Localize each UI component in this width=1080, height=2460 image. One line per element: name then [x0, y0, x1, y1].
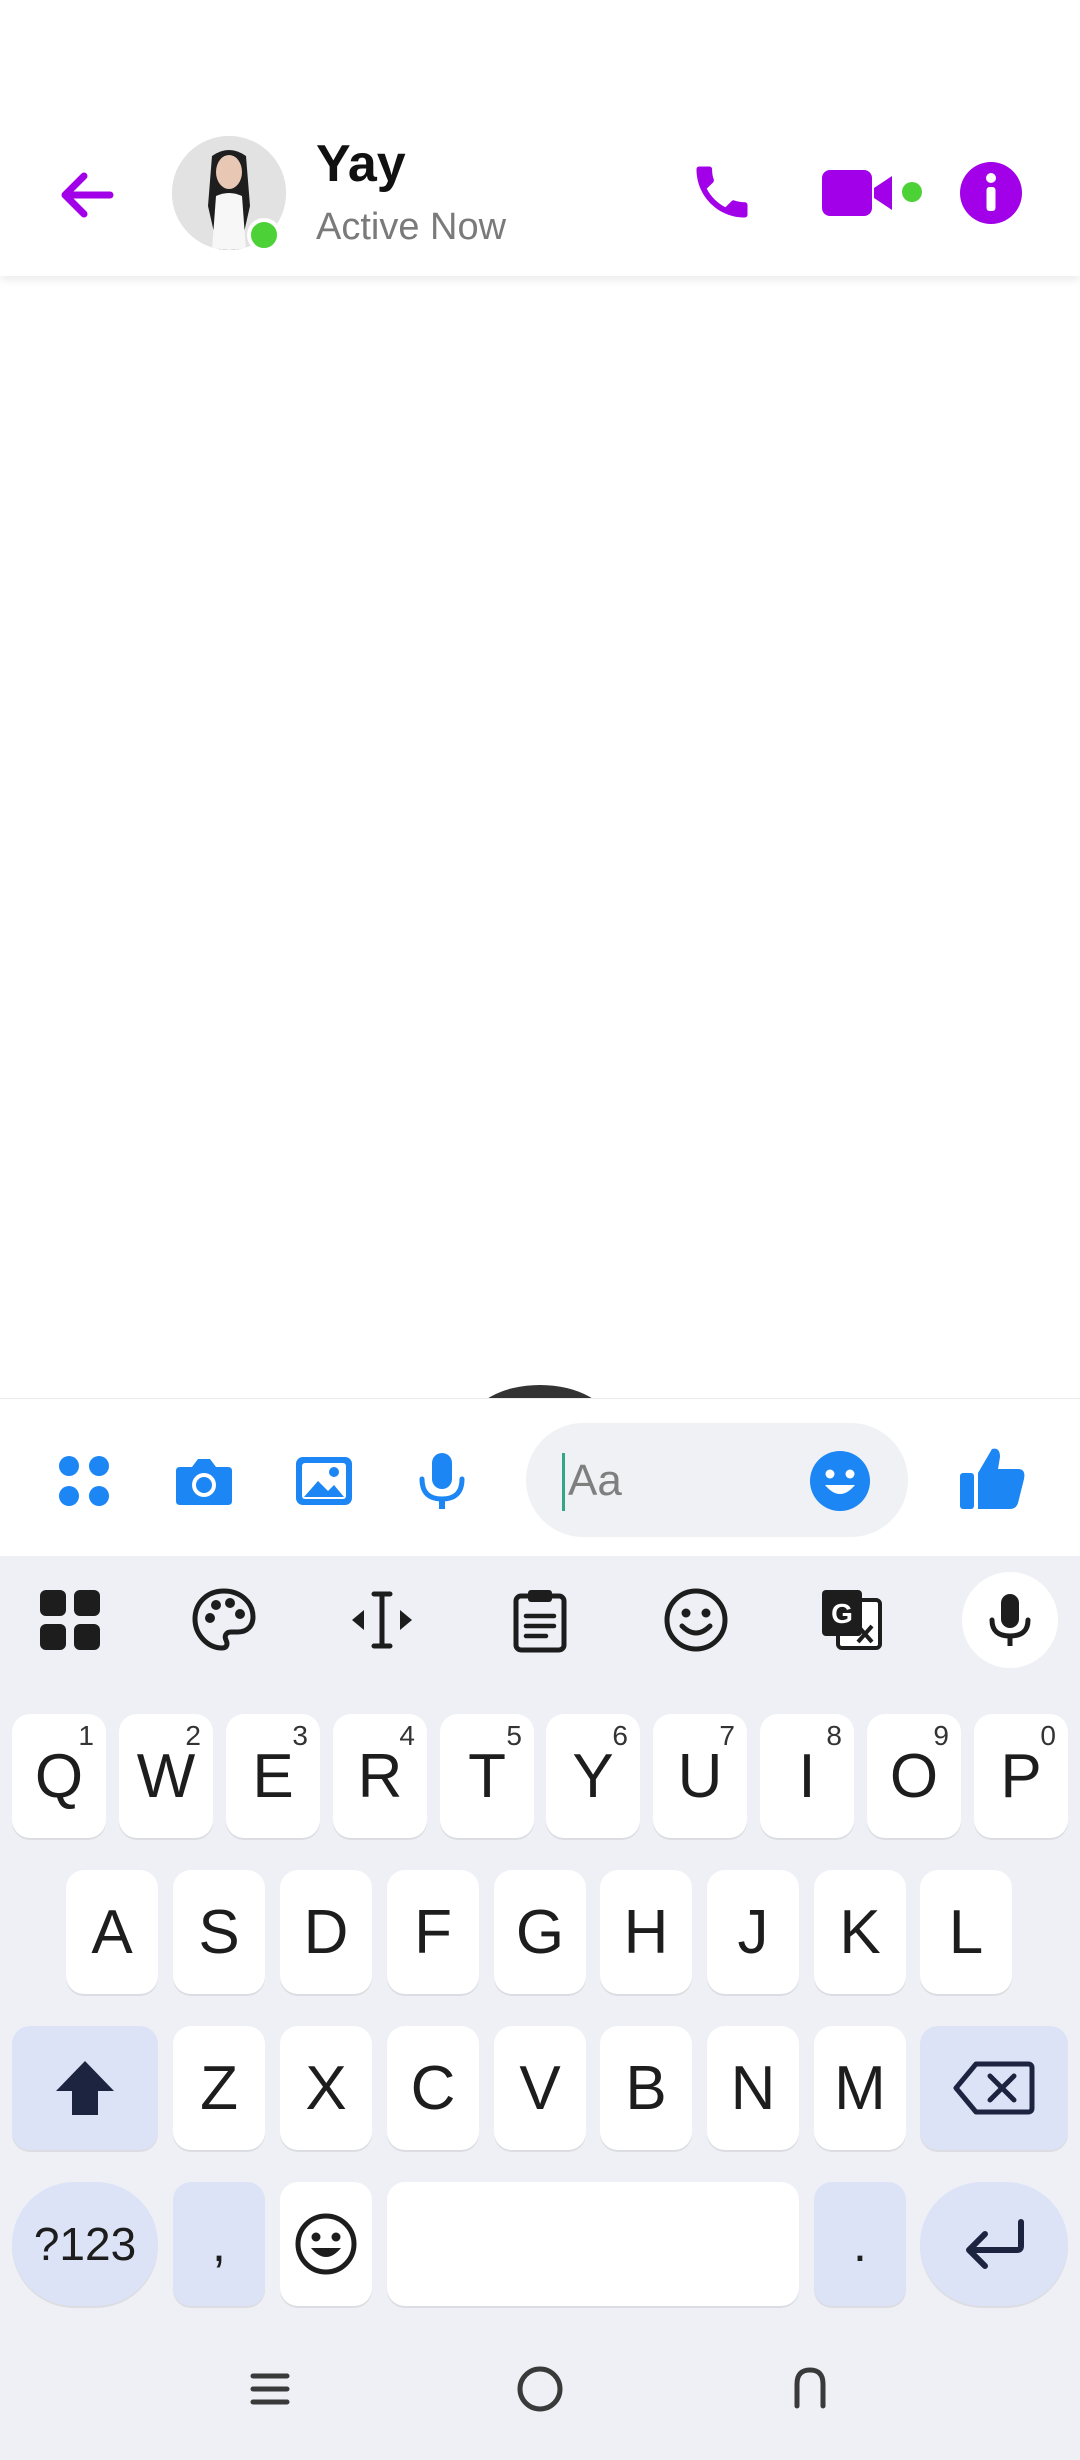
contact-name[interactable]: Yay: [316, 134, 406, 194]
key-r[interactable]: R4: [333, 1714, 427, 1838]
enter-key[interactable]: [920, 2182, 1068, 2306]
shift-key[interactable]: [12, 2026, 158, 2150]
home-button[interactable]: [505, 2354, 575, 2424]
camera-button[interactable]: [172, 1449, 236, 1513]
keyboard-apps-button[interactable]: [36, 1586, 104, 1654]
svg-text:G: G: [831, 1598, 853, 1629]
space-bar[interactable]: [387, 2182, 799, 2306]
text-caret: [562, 1453, 565, 1511]
online-status-dot: [247, 218, 281, 252]
key-a[interactable]: A: [66, 1870, 158, 1994]
back-button[interactable]: [52, 160, 122, 230]
microphone-icon: [419, 1453, 465, 1509]
keyboard-voice-input-button[interactable]: [962, 1572, 1058, 1668]
symbols-key[interactable]: ?123: [12, 2182, 158, 2306]
recent-apps-button[interactable]: [235, 2354, 305, 2424]
message-composer: [0, 1398, 1080, 1557]
key-z[interactable]: Z: [173, 2026, 265, 2150]
clipboard-icon: [513, 1590, 567, 1653]
like-button[interactable]: [958, 1443, 1028, 1513]
gallery-icon: [296, 1457, 352, 1505]
clipboard-button[interactable]: [506, 1586, 574, 1654]
soft-keyboard: G Q1 W2 E3 R4 T5 Y6 U7 I8 O9 P0 A S D F …: [0, 1556, 1080, 2460]
chat-header: Yay Active Now: [0, 0, 1080, 276]
key-d[interactable]: D: [280, 1870, 372, 1994]
key-t[interactable]: T5: [440, 1714, 534, 1838]
translate-button[interactable]: G: [818, 1586, 886, 1654]
key-j[interactable]: J: [707, 1870, 799, 1994]
key-c[interactable]: C: [387, 2026, 479, 2150]
microphone-icon: [989, 1594, 1031, 1646]
text-editing-button[interactable]: [348, 1586, 416, 1654]
info-icon: [960, 162, 1022, 224]
emoji-button[interactable]: [808, 1449, 872, 1513]
key-e[interactable]: E3: [226, 1714, 320, 1838]
system-navigation-bar: [0, 2330, 1080, 2460]
emoji-icon: [664, 1588, 728, 1652]
key-h[interactable]: H: [600, 1870, 692, 1994]
palette-icon: [192, 1588, 256, 1651]
key-q[interactable]: Q1: [12, 1714, 106, 1838]
key-g[interactable]: G: [494, 1870, 586, 1994]
comma-key[interactable]: ,: [173, 2182, 265, 2306]
back-icon: [794, 2367, 826, 2409]
key-f[interactable]: F: [387, 1870, 479, 1994]
cursor-move-icon: [352, 1591, 412, 1649]
more-actions-button[interactable]: [52, 1449, 116, 1513]
key-m[interactable]: M: [814, 2026, 906, 2150]
shift-arrow-icon: [56, 2061, 114, 2115]
period-key[interactable]: .: [814, 2182, 906, 2306]
info-button[interactable]: [958, 160, 1024, 226]
voice-clip-button[interactable]: [410, 1449, 474, 1513]
emoji-key[interactable]: [280, 2182, 372, 2306]
key-n[interactable]: N: [707, 2026, 799, 2150]
home-icon: [517, 2366, 563, 2412]
backspace-key[interactable]: [920, 2026, 1068, 2150]
phone-icon: [696, 166, 748, 218]
key-u[interactable]: U7: [653, 1714, 747, 1838]
key-x[interactable]: X: [280, 2026, 372, 2150]
key-k[interactable]: K: [814, 1870, 906, 1994]
recent-apps-icon: [250, 2373, 290, 2405]
translate-icon: G: [822, 1590, 882, 1650]
message-input-container[interactable]: [526, 1423, 908, 1537]
enter-arrow-icon: [966, 2219, 1024, 2269]
key-p[interactable]: P0: [974, 1714, 1068, 1838]
key-b[interactable]: B: [600, 2026, 692, 2150]
key-y[interactable]: Y6: [546, 1714, 640, 1838]
message-input[interactable]: [566, 1445, 820, 1517]
backspace-icon: [953, 2061, 1035, 2115]
back-arrow-icon: [61, 172, 114, 218]
key-i[interactable]: I8: [760, 1714, 854, 1838]
video-camera-icon: [822, 170, 922, 216]
message-list[interactable]: [0, 276, 1080, 1398]
camera-icon: [176, 1459, 232, 1505]
key-v[interactable]: V: [494, 2026, 586, 2150]
key-w[interactable]: W2: [119, 1714, 213, 1838]
key-s[interactable]: S: [173, 1870, 265, 1994]
key-o[interactable]: O9: [867, 1714, 961, 1838]
gallery-button[interactable]: [292, 1449, 356, 1513]
keyboard-theme-button[interactable]: [190, 1586, 258, 1654]
voice-call-button[interactable]: [688, 158, 756, 226]
video-call-button[interactable]: [820, 164, 934, 222]
system-back-button[interactable]: [775, 2354, 845, 2424]
contact-status: Active Now: [316, 206, 507, 248]
keyboard-emoji-button[interactable]: [662, 1586, 730, 1654]
emoji-icon: [810, 1451, 870, 1511]
emoji-icon: [295, 2213, 357, 2275]
apps-grid-icon: [40, 1590, 100, 1650]
key-l[interactable]: L: [920, 1870, 1012, 1994]
thumbs-up-icon: [960, 1448, 1025, 1509]
apps-grid-icon: [59, 1456, 109, 1506]
